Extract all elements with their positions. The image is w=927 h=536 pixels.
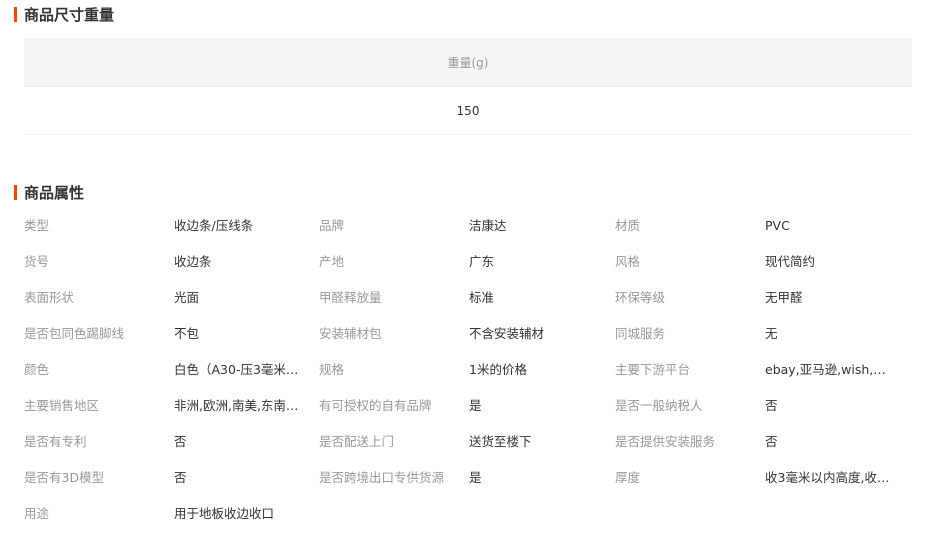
attribute-key: 材质: [615, 218, 641, 233]
attribute-value: 洁康达: [469, 218, 507, 233]
attribute-key: 是否有专利: [24, 434, 87, 449]
attribute-value: 用于地板收边收口: [174, 506, 275, 521]
attribute-key: 厚度: [615, 470, 641, 485]
attribute-value: 广东: [469, 254, 495, 269]
attribute-value: 不包: [174, 326, 200, 341]
attribute-key: 用途: [24, 506, 50, 521]
attribute-value: 收3毫米以内高度,收5…: [765, 470, 893, 485]
attribute-value: 是: [469, 398, 482, 413]
attribute-key: 规格: [319, 362, 345, 377]
attribute-value: 否: [765, 398, 778, 413]
attribute-value: 是: [469, 470, 482, 485]
attribute-value: 白色（A30-压3毫米边…: [174, 362, 302, 377]
attribute-key: 是否提供安装服务: [615, 434, 716, 449]
title-accent-bar: [14, 185, 17, 200]
attribute-value: 无甲醛: [765, 290, 803, 305]
section-title-text: 商品尺寸重量: [24, 6, 115, 24]
attribute-key: 安装辅材包: [319, 326, 382, 341]
section-title-attributes: 商品属性: [14, 182, 84, 203]
attribute-key: 是否一般纳税人: [615, 398, 703, 413]
attribute-row: 类型 收边条/压线条 品牌 洁康达 材质 PVC: [24, 208, 912, 244]
title-accent-bar: [14, 7, 17, 22]
attribute-key: 颜色: [24, 362, 50, 377]
attribute-key: 表面形状: [24, 290, 75, 305]
attribute-value: 无: [765, 326, 778, 341]
attribute-value: 光面: [174, 290, 200, 305]
attribute-value: 1米的价格: [469, 362, 527, 377]
attribute-row: 主要销售地区 非洲,欧洲,南美,东南… 有可授权的自有品牌 是 是否一般纳税人 否: [24, 388, 912, 424]
attribute-row: 货号 收边条 产地 广东 风格 现代简约: [24, 244, 912, 280]
attribute-key: 甲醛释放量: [319, 290, 382, 305]
attribute-row: 颜色 白色（A30-压3毫米边… 规格 1米的价格 主要下游平台 ebay,亚马逊,wis…: [24, 352, 912, 388]
weight-value-cell: 150: [456, 103, 480, 118]
weight-header-cell: 重量(g): [447, 55, 489, 70]
weight-table-header: 重量(g): [24, 38, 912, 87]
attribute-key: 类型: [24, 218, 50, 233]
attribute-value: 否: [174, 470, 187, 485]
attribute-row: 用途 用于地板收边收口: [24, 496, 912, 532]
attribute-value: 收边条/压线条: [174, 218, 254, 233]
attribute-row: 是否包同色踢脚线 不包 安装辅材包 不含安装辅材 同城服务 无: [24, 316, 912, 352]
attribute-key: 环保等级: [615, 290, 666, 305]
attribute-key: 主要下游平台: [615, 362, 691, 377]
attribute-value: 送货至楼下: [469, 434, 532, 449]
weight-table: 重量(g) 150: [24, 38, 912, 135]
attribute-key: 主要销售地区: [24, 398, 100, 413]
attribute-value: PVC: [765, 218, 790, 233]
attribute-value: 否: [765, 434, 778, 449]
attribute-key: 是否配送上门: [319, 434, 395, 449]
attribute-key: 品牌: [319, 218, 345, 233]
weight-table-row: 150: [24, 87, 912, 135]
attribute-key: 货号: [24, 254, 50, 269]
attribute-key: 产地: [319, 254, 345, 269]
attribute-key: 是否有3D模型: [24, 470, 105, 485]
attribute-value: 收边条: [174, 254, 212, 269]
attribute-value: 不含安装辅材: [469, 326, 545, 341]
section-title-size-weight: 商品尺寸重量: [14, 4, 114, 25]
section-title-text: 商品属性: [24, 184, 85, 202]
attribute-key: 是否包同色踢脚线: [24, 326, 125, 341]
attribute-row: 表面形状 光面 甲醛释放量 标准 环保等级 无甲醛: [24, 280, 912, 316]
attribute-value: 非洲,欧洲,南美,东南…: [174, 398, 299, 413]
attribute-key: 风格: [615, 254, 641, 269]
attribute-value: 标准: [469, 290, 495, 305]
attribute-key: 是否跨境出口专供货源: [319, 470, 445, 485]
attribute-key: 同城服务: [615, 326, 666, 341]
attributes-grid: 类型 收边条/压线条 品牌 洁康达 材质 PVC 货号 收边条 产地 广东 风格 现代简约表面形状 光面…: [24, 208, 912, 532]
attribute-row: 是否有3D模型 否 是否跨境出口专供货源 是 厚度 收3毫米以内高度,收5…: [24, 460, 912, 496]
attribute-key: 有可授权的自有品牌: [319, 398, 432, 413]
attribute-row: 是否有专利 否 是否配送上门 送货至楼下 是否提供安装服务 否: [24, 424, 912, 460]
attribute-value: 现代简约: [765, 254, 816, 269]
attribute-value: 否: [174, 434, 187, 449]
attribute-value: ebay,亚马逊,wish,速…: [765, 362, 893, 377]
